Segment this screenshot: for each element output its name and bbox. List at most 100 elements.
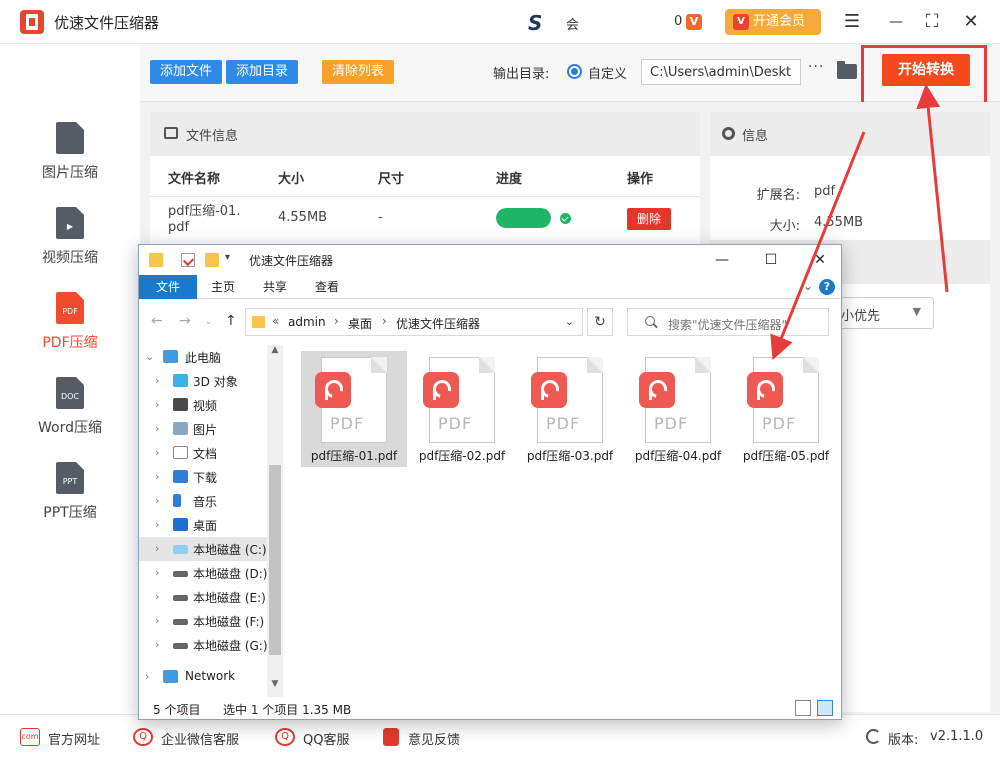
computer-icon	[163, 350, 178, 363]
custom-radio[interactable]	[567, 64, 582, 79]
breadcrumb-admin[interactable]: admin	[288, 315, 326, 329]
file-item[interactable]: PDF pdf压缩-01.pdf	[301, 351, 407, 467]
file-item[interactable]: PDF pdf压缩-04.pdf	[625, 351, 731, 467]
chevron-right-icon[interactable]: ›	[155, 494, 159, 507]
tab-home[interactable]: 主页	[201, 275, 245, 299]
add-directory-button[interactable]: 添加目录	[226, 60, 298, 84]
chevron-right-icon[interactable]: ›	[155, 590, 159, 603]
search-input[interactable]	[627, 308, 829, 336]
nav-item-downloads[interactable]: › 下载	[139, 465, 267, 489]
user-name[interactable]: 会	[566, 14, 579, 33]
explorer-maximize-button[interactable]: ☐	[756, 249, 786, 271]
minimize-button[interactable]: —	[884, 10, 908, 34]
breadcrumb-desktop[interactable]: 桌面	[348, 315, 372, 332]
nav-item-music[interactable]: › 音乐	[139, 489, 267, 513]
update-icon[interactable]	[866, 729, 881, 744]
chevron-right-icon[interactable]: ›	[145, 670, 149, 683]
sidebar-item-word[interactable]: DOC Word压缩	[0, 377, 140, 457]
chevron-right-icon[interactable]: ›	[155, 566, 159, 579]
nav-item-documents[interactable]: › 文档	[139, 441, 267, 465]
nav-item-network[interactable]: › Network	[139, 665, 267, 689]
chevron-down-icon[interactable]: ⌄	[145, 350, 154, 363]
address-bar[interactable]: « admin › 桌面 › 优速文件压缩器 ⌄	[245, 308, 583, 336]
quick-access-dropdown-icon[interactable]: ▾	[225, 252, 230, 263]
nav-item-drive-e[interactable]: › 本地磁盘 (E:)	[139, 585, 267, 609]
tab-file[interactable]: 文件	[139, 275, 197, 299]
nav-item-this-pc[interactable]: ⌄ 此电脑	[139, 345, 267, 369]
more-options-button[interactable]: ···	[808, 59, 824, 75]
nav-item-drive-f[interactable]: › 本地磁盘 (F:)	[139, 609, 267, 633]
file-item[interactable]: PDF pdf压缩-03.pdf	[517, 351, 623, 467]
scroll-down-icon[interactable]: ▼	[267, 679, 283, 689]
explorer-minimize-button[interactable]: —	[707, 249, 737, 271]
recent-dropdown-icon[interactable]: ⌄	[205, 317, 213, 327]
sidebar-item-pdf[interactable]: PDF PDF压缩	[0, 292, 140, 372]
chevron-right-icon[interactable]: ›	[155, 518, 159, 531]
col-header-name: 文件名称	[168, 172, 221, 187]
forward-arrow-icon[interactable]: →	[179, 313, 191, 329]
chevron-right-icon[interactable]: ›	[155, 542, 159, 555]
sidebar-item-image[interactable]: 图片压缩	[0, 122, 140, 202]
delete-button[interactable]: 删除	[627, 208, 671, 230]
large-icons-view-icon[interactable]	[817, 700, 833, 716]
nav-item-drive-g[interactable]: › 本地磁盘 (G:)	[139, 633, 268, 657]
qq-service-link[interactable]: QQ客服	[303, 729, 349, 748]
sidebar-item-video[interactable]: ▶ 视频压缩	[0, 207, 140, 287]
feedback-link[interactable]: 意见反馈	[408, 729, 460, 748]
add-file-button[interactable]: 添加文件	[150, 60, 222, 84]
vip-button[interactable]: V 开通会员	[725, 9, 821, 35]
explorer-close-button[interactable]: ✕	[805, 249, 835, 271]
properties-icon[interactable]	[181, 253, 195, 267]
help-icon[interactable]: ?	[819, 279, 835, 295]
chevron-right-icon[interactable]: ›	[155, 374, 159, 387]
navigation-pane: ⌄ 此电脑 › 3D 对象 › 视频 › 图片 › 文档 › 下载 › 音乐 ›…	[139, 343, 285, 693]
check-icon	[560, 213, 571, 224]
up-arrow-icon[interactable]: ↑	[225, 313, 237, 329]
menu-button[interactable]: ☰	[840, 10, 864, 34]
maximize-button[interactable]: ⛶	[920, 10, 944, 34]
file-item[interactable]: PDF pdf压缩-02.pdf	[409, 351, 515, 467]
output-dir-label: 输出目录:	[493, 67, 550, 82]
pdf-logo-icon	[639, 372, 675, 408]
details-view-icon[interactable]	[795, 700, 811, 716]
ribbon-expand-icon[interactable]: ⌄	[803, 279, 813, 293]
nav-item-drive-c[interactable]: › 本地磁盘 (C:)	[139, 537, 267, 561]
sidebar-item-label: PDF压缩	[42, 335, 98, 351]
nav-scrollbar[interactable]: ▲ ▼	[267, 345, 283, 703]
chevron-right-icon[interactable]: ›	[155, 638, 159, 651]
chevron-right-icon[interactable]: ›	[155, 614, 159, 627]
tab-view[interactable]: 查看	[305, 275, 349, 299]
output-path-input[interactable]	[641, 59, 801, 85]
wechat-service-link[interactable]: 企业微信客服	[161, 729, 239, 748]
nav-item-videos[interactable]: › 视频	[139, 393, 267, 417]
chevron-right-icon[interactable]: ›	[155, 446, 159, 459]
vip-label: 开通会员	[753, 14, 806, 29]
chevron-right-icon[interactable]: ›	[155, 422, 159, 435]
nav-item-3d-objects[interactable]: › 3D 对象	[139, 369, 267, 393]
nav-item-pictures[interactable]: › 图片	[139, 417, 267, 441]
breadcrumb-app-folder[interactable]: 优速文件压缩器	[396, 315, 480, 332]
new-folder-icon[interactable]	[205, 253, 219, 267]
pdf-text: PDF	[438, 414, 473, 433]
start-button-highlight	[861, 45, 987, 107]
open-folder-icon[interactable]	[837, 61, 857, 79]
refresh-button[interactable]: ↻	[587, 308, 613, 336]
pdf-text: PDF	[330, 414, 365, 433]
website-link[interactable]: 官方网址	[48, 729, 100, 748]
close-button[interactable]: ✕	[959, 10, 983, 34]
tab-share[interactable]: 共享	[253, 275, 297, 299]
address-dropdown-icon[interactable]: ⌄	[565, 315, 574, 328]
documents-folder-icon	[173, 446, 188, 459]
scroll-up-icon[interactable]: ▲	[267, 345, 283, 355]
back-arrow-icon[interactable]: ←	[151, 313, 163, 329]
sidebar-item-ppt[interactable]: PPT PPT压缩	[0, 462, 140, 542]
nav-item-desktop[interactable]: › 桌面	[139, 513, 267, 537]
chevron-right-icon[interactable]: ›	[155, 398, 159, 411]
priority-select[interactable]: 小优先 ▼	[828, 297, 934, 329]
breadcrumb-overflow[interactable]: «	[272, 314, 279, 328]
file-item[interactable]: PDF pdf压缩-05.pdf	[733, 351, 839, 467]
scroll-thumb[interactable]	[269, 465, 281, 655]
chevron-right-icon[interactable]: ›	[155, 470, 159, 483]
clear-list-button[interactable]: 清除列表	[322, 60, 394, 84]
nav-item-drive-d[interactable]: › 本地磁盘 (D:)	[139, 561, 267, 585]
